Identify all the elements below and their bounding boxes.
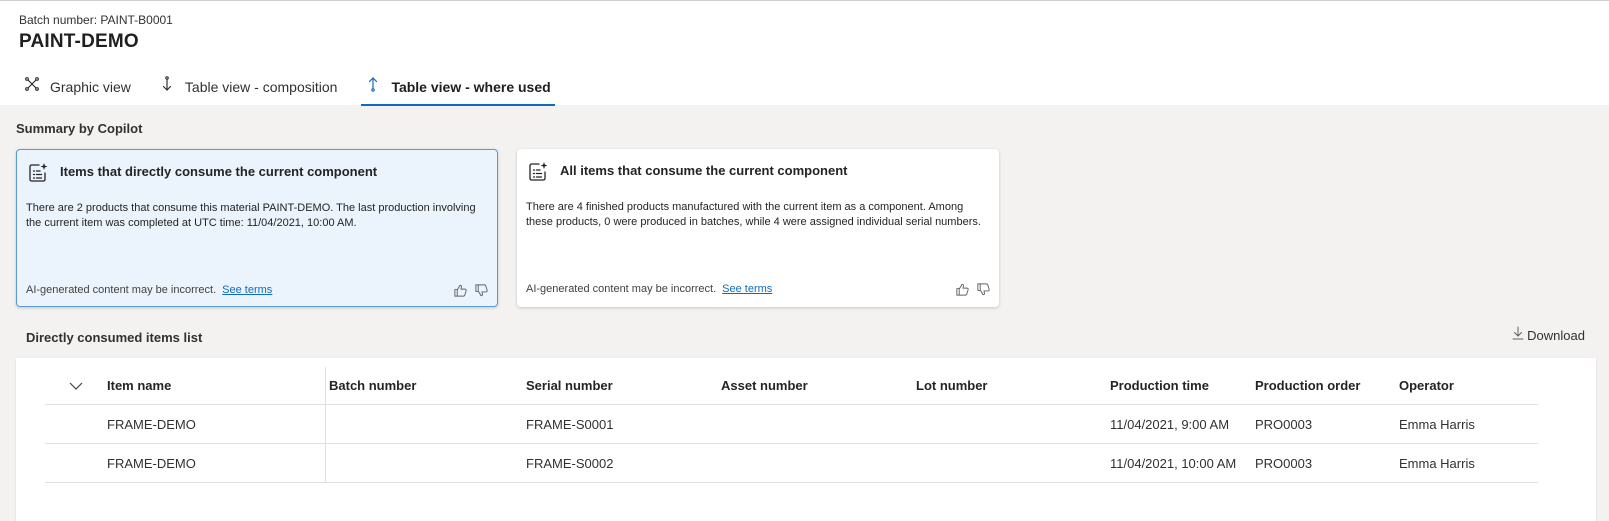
view-tabs: Graphic view Table view - composition Ta… (20, 67, 575, 106)
copilot-summary-heading: Summary by Copilot (16, 121, 143, 136)
page-header: Batch number: PAINT-B0001 PAINT-DEMO Gra… (0, 0, 1609, 106)
cell-production-time: 11/04/2021, 10:00 AM (1110, 455, 1237, 471)
collapse-all-button[interactable] (45, 367, 107, 404)
column-header-asset-number[interactable]: Asset number (721, 367, 808, 404)
copilot-card-direct-consumers[interactable]: Items that directly consume the current … (16, 149, 498, 307)
cell-item-name: FRAME-DEMO (107, 416, 196, 432)
table-row[interactable]: FRAME-DEMO FRAME-S0001 11/04/2021, 9:00 … (45, 405, 1538, 444)
see-terms-link[interactable]: See terms (722, 283, 772, 295)
chevron-down-icon (69, 382, 83, 390)
column-header-production-time[interactable]: Production time (1110, 367, 1209, 404)
batch-number-label: Batch number: PAINT-B0001 (19, 13, 173, 27)
thumbs-down-icon[interactable] (976, 282, 991, 297)
thumbs-down-icon[interactable] (474, 283, 489, 298)
table-header-row: Item name Batch number Serial number Ass… (45, 367, 1538, 406)
card-summary-text: There are 4 finished products manufactur… (526, 201, 981, 228)
tab-table-view-where-used[interactable]: Table view - where used (361, 67, 555, 106)
arrow-up-icon (365, 76, 381, 92)
column-divider (325, 444, 326, 482)
thumbs-up-icon[interactable] (955, 282, 970, 297)
column-header-item-name[interactable]: Item name (107, 367, 171, 404)
copilot-summary-icon (527, 161, 549, 183)
disclaimer-text: AI-generated content may be incorrect. (26, 284, 217, 296)
cell-production-order: PRO0003 (1255, 416, 1313, 432)
tab-label: Table view - where used (391, 78, 551, 95)
tab-label: Graphic view (50, 78, 131, 95)
cell-production-time: 11/04/2021, 9:00 AM (1110, 416, 1230, 432)
see-terms-link[interactable]: See terms (222, 284, 272, 296)
ai-disclaimer: AI-generated content may be incorrect. Se… (26, 284, 272, 296)
feedback-buttons (955, 282, 991, 297)
column-header-lot-number[interactable]: Lot number (916, 367, 988, 404)
column-header-production-order[interactable]: Production order (1255, 367, 1360, 404)
tab-table-view-composition[interactable]: Table view - composition (155, 67, 342, 106)
download-button[interactable]: Download (1512, 326, 1585, 343)
cell-production-order: PRO0003 (1255, 455, 1313, 471)
cell-operator: Emma Harris (1399, 416, 1475, 432)
disclaimer-text: AI-generated content may be incorrect. (526, 283, 717, 295)
consumed-items-table: Item name Batch number Serial number Ass… (16, 358, 1596, 521)
table-row[interactable]: FRAME-DEMO FRAME-S0002 11/04/2021, 10:00… (45, 444, 1538, 483)
download-label: Download (1527, 328, 1585, 343)
column-header-serial-number[interactable]: Serial number (526, 367, 613, 404)
card-title: All items that consume the current compo… (560, 163, 848, 178)
feedback-buttons (453, 283, 489, 298)
list-heading: Directly consumed items list (26, 330, 203, 345)
graphic-view-icon (24, 76, 40, 92)
cell-operator: Emma Harris (1399, 455, 1475, 471)
card-title: Items that directly consume the current … (60, 164, 378, 179)
column-header-operator[interactable]: Operator (1399, 367, 1454, 404)
thumbs-up-icon[interactable] (453, 283, 468, 298)
download-icon (1512, 326, 1524, 339)
column-header-batch-number[interactable]: Batch number (329, 367, 416, 404)
column-divider (325, 405, 326, 443)
data-grid: Item name Batch number Serial number Ass… (45, 367, 1538, 483)
copilot-summary-icon (27, 162, 49, 184)
tab-label: Table view - composition (184, 78, 338, 95)
column-divider[interactable] (325, 367, 326, 406)
card-summary-text: There are 2 products that consume this m… (26, 202, 476, 229)
tab-graphic-view[interactable]: Graphic view (20, 67, 135, 106)
ai-disclaimer: AI-generated content may be incorrect. Se… (526, 283, 772, 295)
copilot-card-all-consumers[interactable]: All items that consume the current compo… (517, 149, 999, 307)
page-title: PAINT-DEMO (19, 31, 139, 52)
arrow-down-icon (159, 75, 175, 92)
cell-serial-number: FRAME-S0002 (526, 455, 614, 471)
cell-serial-number: FRAME-S0001 (526, 416, 614, 432)
cell-item-name: FRAME-DEMO (107, 455, 196, 471)
